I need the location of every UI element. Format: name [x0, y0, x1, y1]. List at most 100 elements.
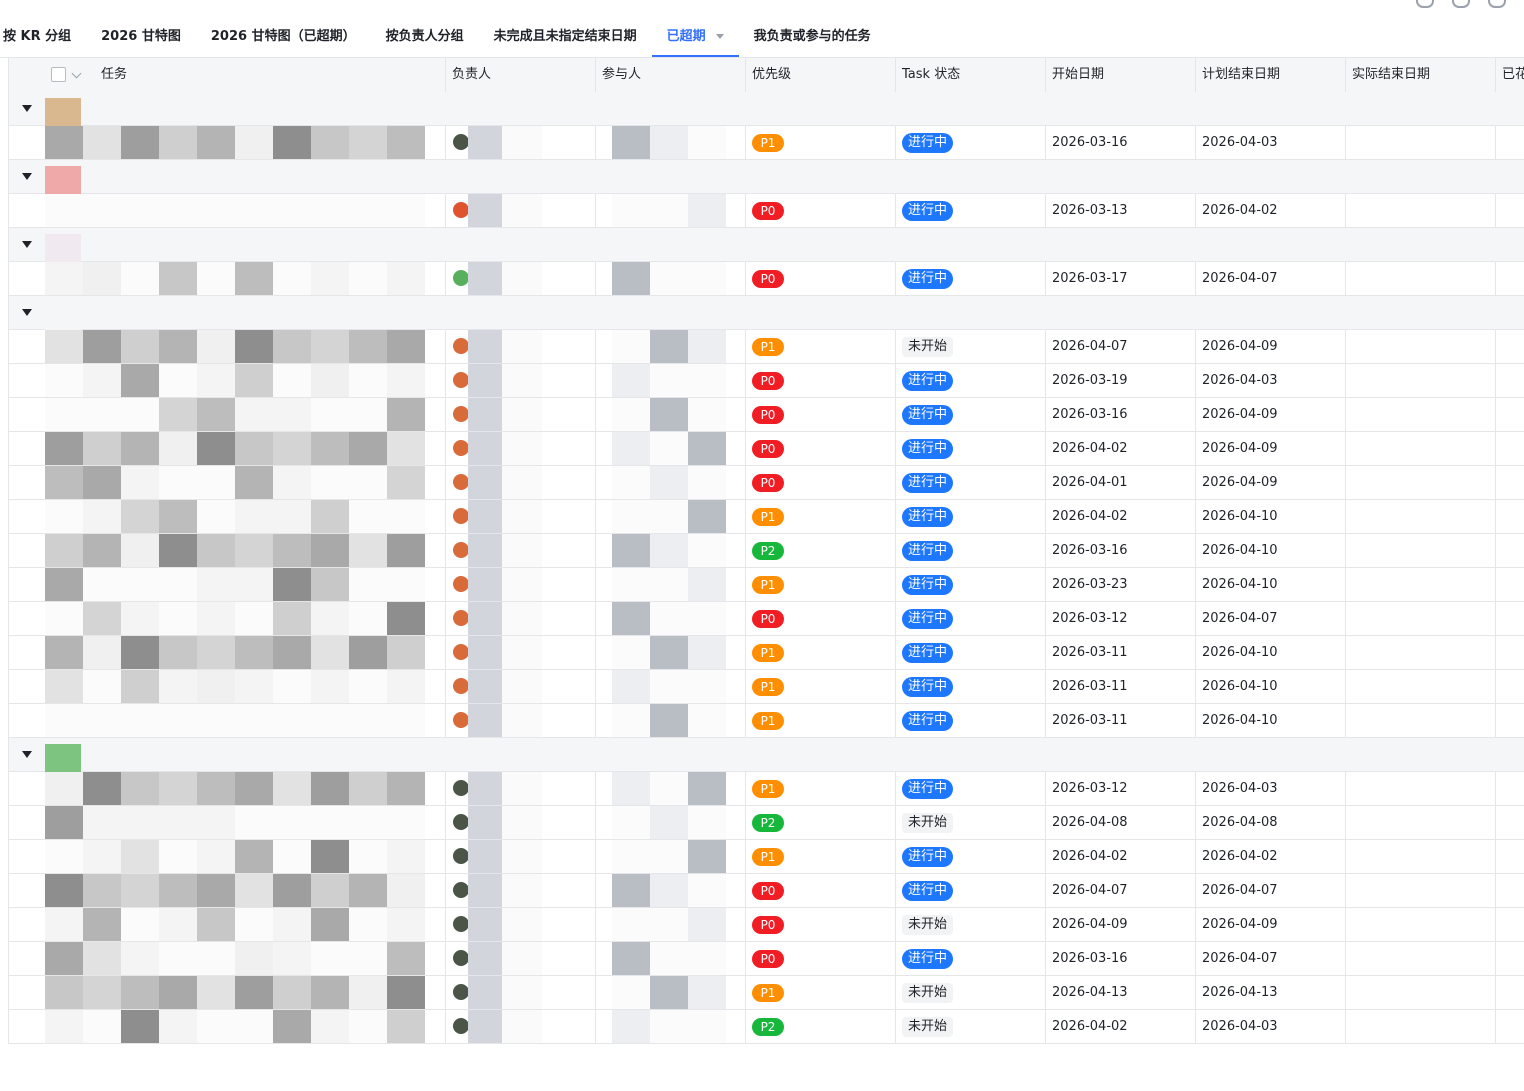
status-cell[interactable]: 进行中 — [896, 942, 1046, 975]
start-date-cell[interactable]: 2026-04-01 — [1046, 466, 1196, 499]
planned-end-date-cell[interactable]: 2026-04-07 — [1196, 874, 1346, 907]
task-name-cell[interactable] — [9, 636, 446, 669]
time-spent-cell[interactable] — [1496, 908, 1524, 941]
planned-end-date-cell[interactable]: 2026-04-10 — [1196, 500, 1346, 533]
planned-end-date-cell[interactable]: 2026-04-09 — [1196, 466, 1346, 499]
start-date-cell[interactable]: 2026-03-19 — [1046, 364, 1196, 397]
table-row[interactable]: P1 进行中 2026-03-16 2026-04-03 — [9, 126, 1524, 160]
planned-end-date-cell[interactable]: 2026-04-08 — [1196, 806, 1346, 839]
priority-cell[interactable]: P0 — [746, 398, 896, 431]
status-cell[interactable]: 未开始 — [896, 330, 1046, 363]
owner-cell[interactable] — [446, 534, 596, 567]
task-name-cell[interactable] — [9, 398, 446, 431]
participants-cell[interactable] — [596, 466, 746, 499]
collapse-triangle-icon[interactable] — [22, 105, 32, 112]
task-name-cell[interactable] — [9, 126, 446, 159]
table-row[interactable]: P0 进行中 2026-03-13 2026-04-02 — [9, 194, 1524, 228]
start-date-cell[interactable]: 2026-03-17 — [1046, 262, 1196, 295]
planned-end-date-cell[interactable]: 2026-04-09 — [1196, 330, 1346, 363]
task-name-cell[interactable] — [9, 942, 446, 975]
priority-cell[interactable]: P0 — [746, 432, 896, 465]
task-name-cell[interactable] — [9, 534, 446, 567]
planned-end-date-cell[interactable]: 2026-04-10 — [1196, 636, 1346, 669]
chart-icon[interactable] — [1488, 0, 1506, 8]
participants-cell[interactable] — [596, 704, 746, 737]
tab-1[interactable]: 2026 甘特图 — [86, 16, 196, 58]
start-date-cell[interactable]: 2026-04-07 — [1046, 874, 1196, 907]
actual-end-date-cell[interactable] — [1346, 806, 1496, 839]
time-spent-cell[interactable] — [1496, 466, 1524, 499]
task-name-cell[interactable] — [9, 908, 446, 941]
owner-cell[interactable] — [446, 194, 596, 227]
status-cell[interactable]: 进行中 — [896, 432, 1046, 465]
planned-end-date-cell[interactable]: 2026-04-09 — [1196, 432, 1346, 465]
column-header-4[interactable]: Task 状态 — [896, 58, 1046, 92]
actual-end-date-cell[interactable] — [1346, 704, 1496, 737]
start-date-cell[interactable]: 2026-03-16 — [1046, 398, 1196, 431]
participants-cell[interactable] — [596, 874, 746, 907]
table-row[interactable]: P0 未开始 2026-04-09 2026-04-09 — [9, 908, 1524, 942]
participants-cell[interactable] — [596, 534, 746, 567]
column-header-5[interactable]: 开始日期 — [1046, 58, 1196, 92]
status-cell[interactable]: 进行中 — [896, 670, 1046, 703]
participants-cell[interactable] — [596, 126, 746, 159]
priority-cell[interactable]: P1 — [746, 636, 896, 669]
owner-cell[interactable] — [446, 364, 596, 397]
owner-cell[interactable] — [446, 840, 596, 873]
time-spent-cell[interactable] — [1496, 534, 1524, 567]
table-row[interactable]: P2 未开始 2026-04-02 2026-04-03 — [9, 1010, 1524, 1044]
actual-end-date-cell[interactable] — [1346, 874, 1496, 907]
group-header-row[interactable] — [9, 160, 1524, 194]
participants-cell[interactable] — [596, 1010, 746, 1043]
time-spent-cell[interactable] — [1496, 262, 1524, 295]
start-date-cell[interactable]: 2026-03-12 — [1046, 602, 1196, 635]
table-row[interactable]: P0 进行中 2026-03-12 2026-04-07 — [9, 602, 1524, 636]
start-date-cell[interactable]: 2026-03-16 — [1046, 942, 1196, 975]
owner-cell[interactable] — [446, 500, 596, 533]
planned-end-date-cell[interactable]: 2026-04-09 — [1196, 398, 1346, 431]
table-row[interactable]: P0 进行中 2026-03-16 2026-04-09 — [9, 398, 1524, 432]
start-date-cell[interactable]: 2026-04-13 — [1046, 976, 1196, 1009]
status-cell[interactable]: 进行中 — [896, 772, 1046, 805]
owner-cell[interactable] — [446, 602, 596, 635]
actual-end-date-cell[interactable] — [1346, 330, 1496, 363]
status-cell[interactable]: 未开始 — [896, 908, 1046, 941]
collapse-triangle-icon[interactable] — [22, 309, 32, 316]
time-spent-cell[interactable] — [1496, 364, 1524, 397]
status-cell[interactable]: 进行中 — [896, 398, 1046, 431]
participants-cell[interactable] — [596, 942, 746, 975]
table-row[interactable]: P1 进行中 2026-04-02 2026-04-02 — [9, 840, 1524, 874]
actual-end-date-cell[interactable] — [1346, 1010, 1496, 1043]
column-header-6[interactable]: 计划结束日期 — [1196, 58, 1346, 92]
table-row[interactable]: P1 进行中 2026-03-12 2026-04-03 — [9, 772, 1524, 806]
status-cell[interactable]: 进行中 — [896, 704, 1046, 737]
time-spent-cell[interactable] — [1496, 330, 1524, 363]
owner-cell[interactable] — [446, 772, 596, 805]
owner-cell[interactable] — [446, 806, 596, 839]
priority-cell[interactable]: P1 — [746, 126, 896, 159]
time-spent-cell[interactable] — [1496, 670, 1524, 703]
time-spent-cell[interactable] — [1496, 602, 1524, 635]
priority-cell[interactable]: P0 — [746, 874, 896, 907]
participants-cell[interactable] — [596, 432, 746, 465]
owner-cell[interactable] — [446, 874, 596, 907]
participants-cell[interactable] — [596, 194, 746, 227]
task-name-cell[interactable] — [9, 432, 446, 465]
planned-end-date-cell[interactable]: 2026-04-10 — [1196, 704, 1346, 737]
priority-cell[interactable]: P1 — [746, 500, 896, 533]
priority-cell[interactable]: P2 — [746, 1010, 896, 1043]
status-cell[interactable]: 未开始 — [896, 976, 1046, 1009]
tab-2[interactable]: 2026 甘特图（已超期） — [196, 16, 371, 58]
planned-end-date-cell[interactable]: 2026-04-10 — [1196, 534, 1346, 567]
start-date-cell[interactable]: 2026-04-02 — [1046, 1010, 1196, 1043]
status-cell[interactable]: 进行中 — [896, 602, 1046, 635]
task-name-cell[interactable] — [9, 500, 446, 533]
table-row[interactable]: P1 未开始 2026-04-13 2026-04-13 — [9, 976, 1524, 1010]
task-name-cell[interactable] — [9, 466, 446, 499]
participants-cell[interactable] — [596, 398, 746, 431]
actual-end-date-cell[interactable] — [1346, 500, 1496, 533]
priority-cell[interactable]: P2 — [746, 534, 896, 567]
participants-cell[interactable] — [596, 636, 746, 669]
task-name-cell[interactable] — [9, 670, 446, 703]
column-header-7[interactable]: 实际结束日期 — [1346, 58, 1496, 92]
